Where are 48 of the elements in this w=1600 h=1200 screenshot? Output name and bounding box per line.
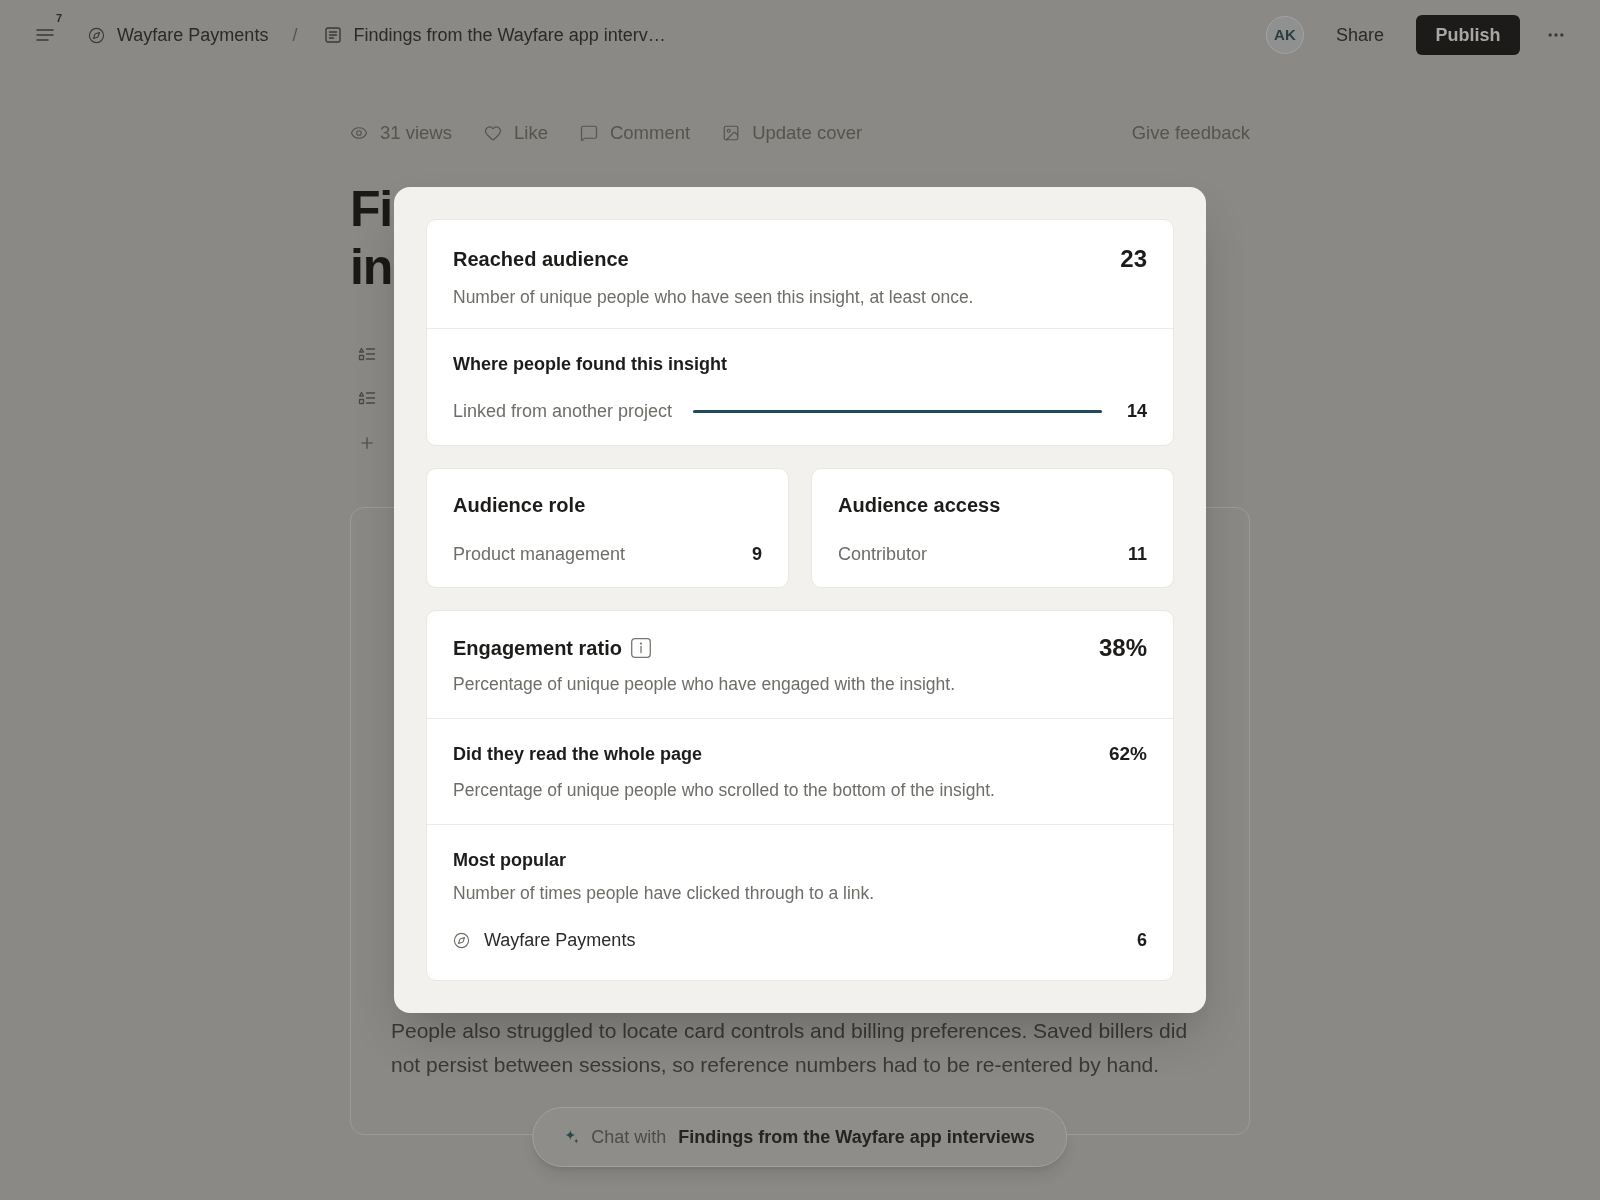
menu-icon[interactable] bbox=[36, 28, 54, 42]
breakdown-count: 11 bbox=[1127, 542, 1147, 566]
speech-bubble-icon bbox=[579, 124, 598, 142]
publish-button[interactable]: Publish bbox=[1416, 15, 1520, 55]
breadcrumb-separator: / bbox=[292, 23, 298, 47]
chat-button[interactable]: Chat with Findings from the Wayfare app interviews bbox=[532, 1107, 1068, 1167]
stat-description: Percentage of unique people who have engaged with the insight. bbox=[453, 673, 957, 695]
stat-value: 23 bbox=[1120, 245, 1147, 273]
breakdown-count: 9 bbox=[752, 542, 762, 566]
stat-description: Number of unique people who have seen this insight, at least once. bbox=[453, 286, 975, 308]
avatar[interactable]: AK bbox=[1265, 16, 1304, 54]
source-label: Linked from another project bbox=[453, 399, 673, 423]
document-icon bbox=[325, 27, 342, 43]
compass-icon bbox=[453, 931, 470, 949]
stat-title: Did they read the whole page bbox=[453, 743, 703, 766]
source-count: 14 bbox=[1126, 399, 1147, 423]
list-icon[interactable] bbox=[358, 391, 376, 405]
stat-title: Where people found this insight bbox=[453, 353, 728, 375]
compass-icon bbox=[88, 26, 105, 44]
stat-title: Reached audience bbox=[453, 247, 629, 272]
chat-page-title: Findings from the Wayfare app interviews bbox=[678, 1125, 1035, 1149]
breakdown-label: Contributor bbox=[838, 542, 928, 566]
page-title: in bbox=[350, 238, 392, 296]
list-icon[interactable] bbox=[358, 347, 376, 361]
chat-prefix: Chat with bbox=[591, 1125, 667, 1149]
breakdown-label: Product management bbox=[453, 542, 626, 566]
sparkle-icon bbox=[565, 1130, 580, 1144]
body-paragraph: People also struggled to locate card controls and billing preferences. Saved billers did not persist between sessions, so reference numbers had to be re-entered by hand. bbox=[391, 1018, 1189, 1078]
breadcrumb-link[interactable]: Findings from the Wayfare app interv… bbox=[325, 21, 666, 49]
stat-title: Audience role bbox=[453, 493, 587, 517]
image-icon bbox=[722, 124, 741, 142]
heart-icon bbox=[484, 124, 502, 142]
stat-title: Engagement ratio bbox=[453, 636, 622, 661]
page-title: Fi bbox=[350, 180, 392, 238]
popular-link[interactable]: Wayfare Payments bbox=[453, 926, 636, 954]
stat-description: Percentage of unique people who scrolled to the bottom of the insight. bbox=[453, 779, 996, 801]
stat-title: Most popular bbox=[453, 849, 567, 872]
add-icon[interactable] bbox=[358, 434, 376, 452]
breadcrumb-link[interactable]: Wayfare Payments bbox=[88, 21, 269, 49]
stat-title: Audience access bbox=[838, 493, 1002, 517]
info-icon[interactable] bbox=[630, 638, 651, 658]
link-click-count: 6 bbox=[1137, 928, 1147, 952]
notification-count: 7 bbox=[56, 12, 63, 24]
eye-icon bbox=[350, 124, 368, 142]
share-button[interactable]: Share bbox=[1333, 21, 1386, 49]
stat-value: 38% bbox=[1098, 634, 1147, 662]
stat-description: Number of times people have clicked through to a link. bbox=[453, 882, 876, 904]
stat-value: 62% bbox=[1108, 742, 1147, 766]
